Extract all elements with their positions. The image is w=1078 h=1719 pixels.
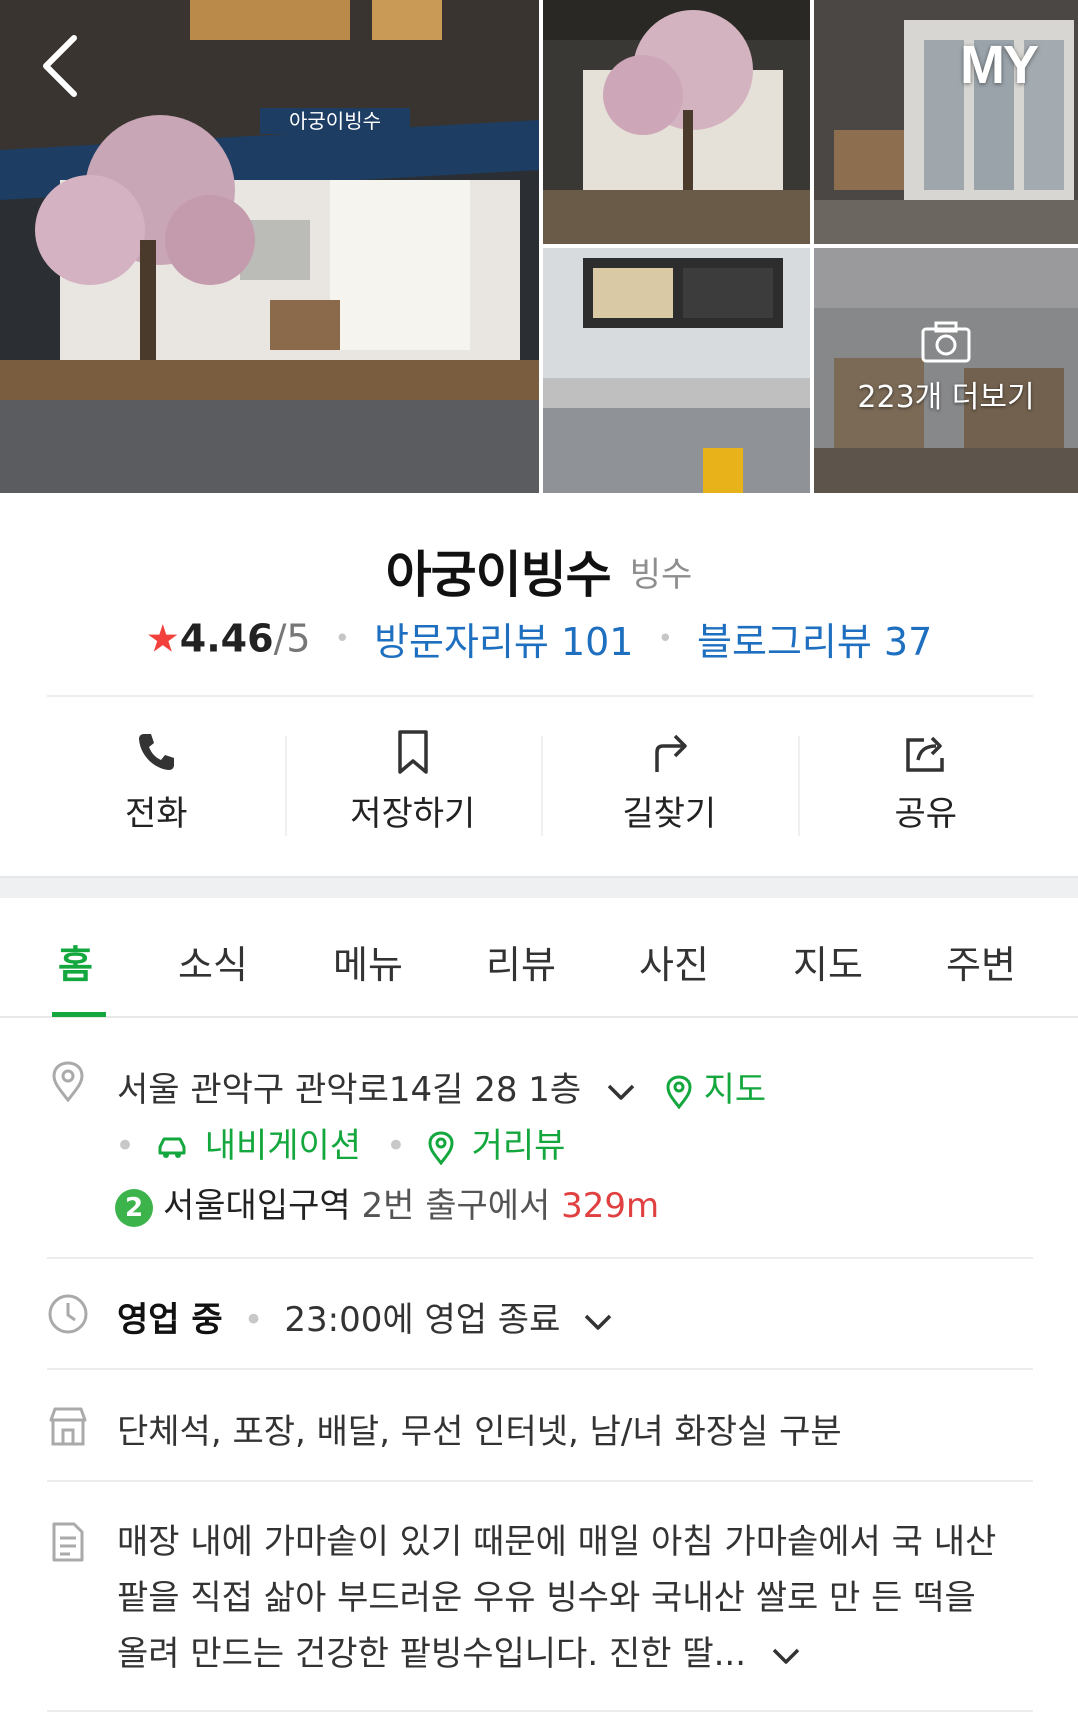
- description-row[interactable]: 매장 내에 가마솥이 있기 때문에 매일 아침 가마솥에서 국 내산 팥을 직접…: [117, 1514, 1037, 1682]
- clock-icon: [48, 1294, 88, 1334]
- address-text: 서울 관악구 관악로14길 28 1층: [117, 1070, 582, 1110]
- separator-dot: •: [334, 623, 350, 654]
- tab-bar: 홈 소식 메뉴 리뷰 사진 지도 주변: [0, 898, 1078, 1018]
- directions-label: 길찾기: [622, 794, 717, 834]
- divider: [47, 1368, 1033, 1370]
- hours-row[interactable]: 영업 중 • 23:00에 영업 종료: [117, 1292, 613, 1341]
- place-name: 아궁이빙수: [385, 546, 612, 604]
- save-label: 저장하기: [350, 794, 476, 834]
- address-row: 서울 관악구 관악로14길 28 1층 지도: [117, 1062, 766, 1111]
- separator-dot: •: [385, 1126, 406, 1166]
- photo-count-label: 223개 더보기: [857, 380, 1035, 415]
- chevron-down-icon[interactable]: [771, 1646, 801, 1666]
- share-icon: [906, 736, 944, 772]
- tab-reviews[interactable]: 리뷰: [486, 934, 556, 989]
- separator-dot: •: [115, 1126, 136, 1166]
- store-sign: 아궁이빙수: [289, 109, 381, 133]
- street-view-pin-icon: [428, 1130, 454, 1165]
- separator-dot: •: [243, 1300, 264, 1340]
- tab-news[interactable]: 소식: [178, 934, 248, 989]
- action-bar: 전화 저장하기 길찾기 공유: [28, 722, 1054, 842]
- directions-button[interactable]: 길찾기: [541, 722, 798, 842]
- tab-menu[interactable]: 메뉴: [333, 934, 403, 989]
- share-button[interactable]: 공유: [797, 722, 1055, 842]
- divider: [47, 1257, 1033, 1259]
- photo-thumbnail-2[interactable]: [814, 0, 1078, 244]
- location-pin-icon: [52, 1061, 84, 1103]
- call-button[interactable]: 전화: [28, 722, 285, 842]
- tree-photo: [543, 0, 810, 244]
- exit-text: 2번 출구에서: [361, 1186, 551, 1226]
- counter-photo: [543, 248, 810, 493]
- tab-home[interactable]: 홈: [58, 934, 93, 989]
- tab-nearby[interactable]: 주변: [946, 934, 1016, 989]
- divider: [47, 1710, 1033, 1712]
- navigation-link[interactable]: 내비게이션: [205, 1126, 361, 1166]
- photo-thumbnail-1[interactable]: [543, 0, 810, 244]
- subway-line-badge: 2: [115, 1188, 153, 1227]
- directions-icon: [655, 734, 687, 772]
- my-button[interactable]: MY: [960, 34, 1039, 96]
- tab-photos[interactable]: 사진: [639, 934, 709, 989]
- divider: [47, 695, 1033, 697]
- navigation-row: • 내비게이션 • 거리뷰: [115, 1118, 565, 1167]
- chevron-left-icon[interactable]: [38, 32, 86, 100]
- place-header: 아궁이빙수 빙수 ★4.46/5 • 방문자리뷰 101 • 블로그리뷰 37: [0, 493, 1078, 665]
- station-name: 서울대입구역: [163, 1186, 351, 1226]
- rating-row: ★4.46/5 • 방문자리뷰 101 • 블로그리뷰 37: [0, 611, 1078, 665]
- chevron-down-icon[interactable]: [606, 1082, 636, 1102]
- save-button[interactable]: 저장하기: [284, 722, 542, 842]
- camera-icon: [921, 321, 971, 363]
- place-category: 빙수: [629, 554, 693, 595]
- walking-distance: 329m: [561, 1186, 660, 1226]
- amenities-text: 단체석, 포장, 배달, 무선 인터넷, 남/녀 화장실 구분: [117, 1412, 842, 1452]
- phone-icon: [139, 734, 175, 770]
- more-photos-button[interactable]: 223개 더보기: [814, 320, 1078, 416]
- store-icon: [49, 1407, 87, 1446]
- divider: [47, 1480, 1033, 1482]
- photo-thumbnail-3[interactable]: [543, 248, 810, 493]
- separator-dot: •: [657, 623, 673, 654]
- photo-thumbnail-more[interactable]: 223개 더보기: [814, 248, 1078, 493]
- street-view-link[interactable]: 거리뷰: [472, 1126, 566, 1166]
- visitor-reviews-link[interactable]: 방문자리뷰 101: [374, 620, 633, 664]
- subway-row: 2 서울대입구역 2번 출구에서 329m: [115, 1178, 659, 1227]
- map-link[interactable]: 지도: [704, 1070, 767, 1110]
- bookmark-icon: [398, 730, 428, 774]
- tab-map[interactable]: 지도: [793, 934, 863, 989]
- active-tab-indicator: [52, 1012, 106, 1017]
- open-status: 영업 중: [117, 1300, 223, 1340]
- rating-max: /5: [273, 616, 311, 661]
- photo-gallery: 아궁이빙수 223개 더보기 MY: [0, 0, 1078, 493]
- call-label: 전화: [124, 794, 188, 834]
- rating-value: 4.46: [179, 616, 274, 661]
- section-gap: [0, 876, 1078, 898]
- closing-time: 23:00에 영업 종료: [284, 1300, 561, 1340]
- blog-reviews-link[interactable]: 블로그리뷰 37: [697, 620, 932, 664]
- description-text: 매장 내에 가마솥이 있기 때문에 매일 아침 가마솥에서 국 내산 팥을 직접…: [117, 1522, 997, 1674]
- document-icon: [52, 1522, 84, 1562]
- share-label: 공유: [894, 794, 958, 834]
- star-icon: ★: [145, 616, 180, 661]
- map-pin-icon: [666, 1074, 692, 1109]
- entrance-photo: [814, 0, 1078, 244]
- car-icon: [158, 1137, 186, 1158]
- chevron-down-icon[interactable]: [583, 1312, 613, 1332]
